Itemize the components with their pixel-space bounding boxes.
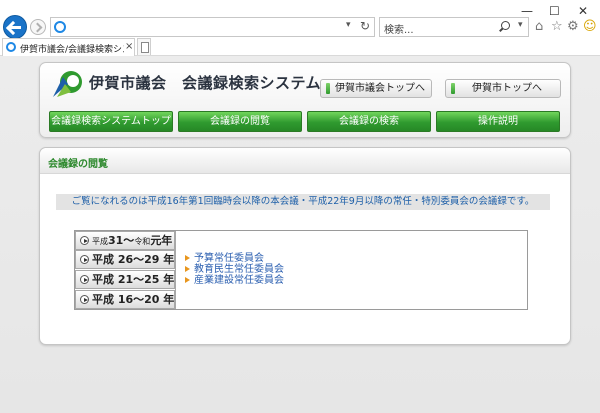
- maximize-button[interactable]: ☐: [549, 4, 560, 18]
- browser-tab[interactable]: 伊賀市議会/会議録検索シス... ×: [2, 38, 135, 56]
- search-box[interactable]: 検索... ▾: [379, 17, 529, 37]
- era-selector-box: 平成31～令和元年 平成 26～29 年 平成 21～25 年 平成 16～20…: [74, 230, 528, 310]
- site-title: 伊賀市議会 会議録検索システム: [89, 74, 322, 92]
- committee-link-budget[interactable]: 予算常任委員会: [185, 253, 284, 264]
- nav-search-records[interactable]: 会議録の検索: [307, 111, 431, 132]
- iga-city-logo-icon: [53, 71, 82, 97]
- browse-panel-title: 会議録の閲覧: [48, 159, 108, 170]
- circle-arrow-icon: [80, 275, 89, 284]
- browser-chrome: ▾ ↻ 検索... ▾ — ☐ ✕ ⌂ ☆ ⚙ ☺ 伊賀市議会/会議録検索シス.…: [0, 0, 600, 56]
- divider: [175, 231, 176, 309]
- smiley-icon[interactable]: ☺: [583, 19, 597, 34]
- refresh-icon[interactable]: ↻: [360, 19, 370, 33]
- address-bar[interactable]: ▾ ↻: [50, 17, 375, 37]
- council-top-link[interactable]: 伊賀市議会トップへ: [320, 79, 432, 98]
- search-dropdown-icon[interactable]: ▾: [518, 20, 523, 30]
- availability-notice: ご覧になれるのは平成16年第1回臨時会以降の本会議・平成22年9月以降の常任・特…: [56, 194, 550, 210]
- close-window-button[interactable]: ✕: [578, 4, 588, 18]
- city-top-link[interactable]: 伊賀市トップへ: [445, 79, 561, 98]
- circle-arrow-icon: [80, 236, 89, 245]
- forward-button[interactable]: [30, 19, 46, 35]
- back-button[interactable]: [3, 15, 27, 39]
- ie-icon: [54, 21, 66, 33]
- gear-icon[interactable]: ⚙: [567, 19, 579, 34]
- tab-favicon-icon: [6, 42, 16, 52]
- committee-link-industry-construction[interactable]: 産業建設常任委員会: [185, 275, 284, 286]
- browse-panel: 会議録の閲覧 ご覧になれるのは平成16年第1回臨時会以降の本会議・平成22年9月…: [39, 147, 571, 345]
- site-header: 伊賀市議会 会議録検索システム 伊賀市議会トップへ 伊賀市トップへ 会議録検索シ…: [39, 62, 571, 138]
- era-h21-25[interactable]: 平成 21～25 年: [75, 270, 175, 289]
- favorites-star-icon[interactable]: ☆: [551, 19, 563, 34]
- committee-link-education-welfare[interactable]: 教育民生常任委員会: [185, 264, 284, 275]
- nav-help[interactable]: 操作説明: [436, 111, 560, 132]
- nav-browse-records[interactable]: 会議録の閲覧: [178, 111, 302, 132]
- minimize-button[interactable]: —: [521, 4, 533, 18]
- circle-arrow-icon: [80, 255, 89, 264]
- tab-title: 伊賀市議会/会議録検索シス...: [20, 45, 124, 55]
- nav-search-system-top[interactable]: 会議録検索システムトップ: [49, 111, 173, 132]
- search-placeholder: 検索...: [384, 25, 414, 36]
- era-h31-r1[interactable]: 平成31～令和元年: [75, 231, 175, 250]
- search-icon[interactable]: [501, 21, 510, 30]
- era-list: 平成31～令和元年 平成 26～29 年 平成 21～25 年 平成 16～20…: [75, 231, 175, 309]
- address-dropdown-icon[interactable]: ▾: [346, 20, 351, 30]
- era-h16-20[interactable]: 平成 16～20 年: [75, 290, 175, 309]
- circle-arrow-icon: [80, 295, 89, 304]
- home-icon[interactable]: ⌂: [535, 19, 543, 34]
- browse-panel-header: 会議録の閲覧: [40, 148, 570, 174]
- committee-list: 予算常任委員会 教育民生常任委員会 産業建設常任委員会: [185, 253, 284, 286]
- tab-close-icon[interactable]: ×: [125, 41, 133, 52]
- page-content: 伊賀市議会 会議録検索システム 伊賀市議会トップへ 伊賀市トップへ 会議録検索シ…: [0, 56, 600, 413]
- era-h26-29[interactable]: 平成 26～29 年: [75, 250, 175, 269]
- new-tab-button[interactable]: [137, 38, 151, 55]
